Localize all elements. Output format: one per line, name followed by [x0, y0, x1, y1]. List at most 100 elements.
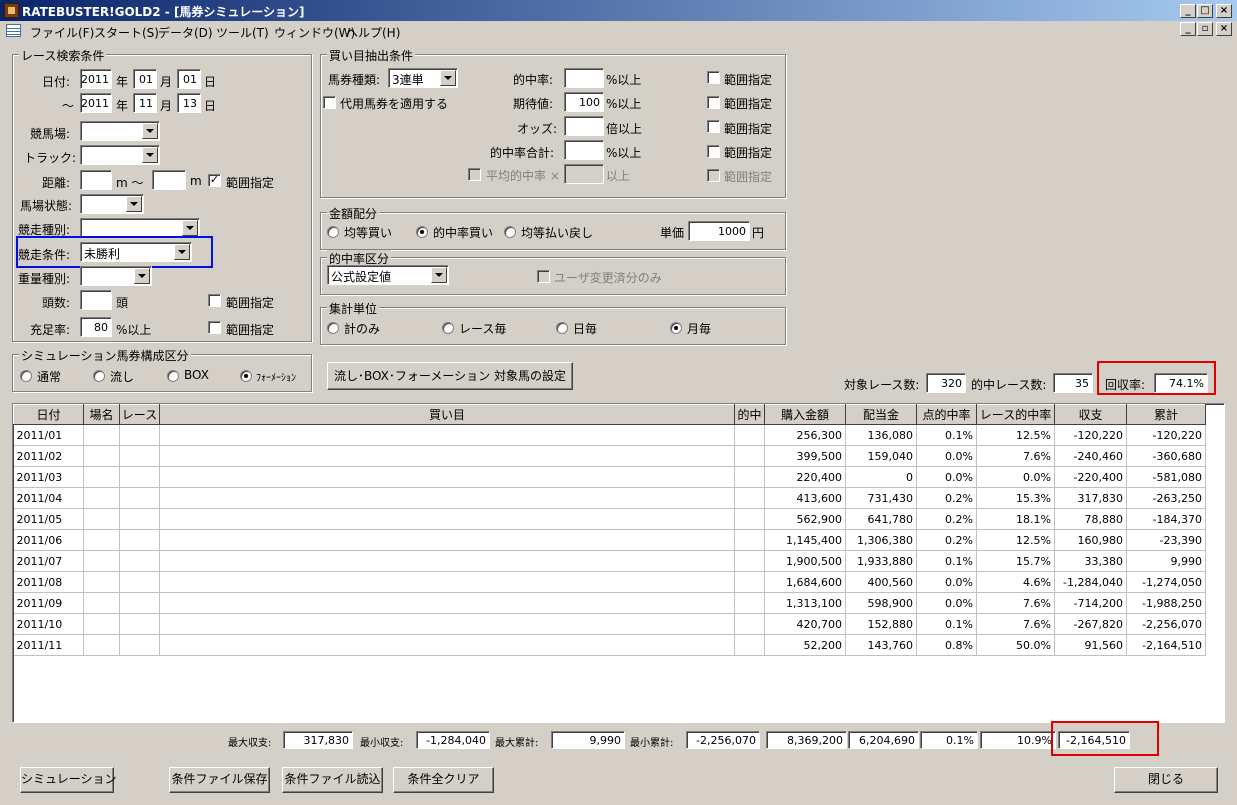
course-select[interactable]: [80, 121, 160, 141]
fill-rate-input[interactable]: 80: [80, 317, 112, 337]
minimize-button[interactable]: _: [1180, 4, 1196, 18]
odds-range-checkbox[interactable]: [707, 120, 720, 133]
distance-to-input[interactable]: [152, 170, 186, 190]
sim-box-radio[interactable]: [167, 370, 179, 382]
hit-class-select[interactable]: 公式設定値: [327, 265, 449, 285]
table-row[interactable]: 2011/02 399,500 159,040 0.0% 7.6% -240,460 -36…: [13, 445, 1206, 467]
table-row[interactable]: 2011/04 413,600 731,430 0.2% 15.3% 317,830 -26…: [13, 487, 1206, 509]
heads-range-checkbox[interactable]: [208, 294, 221, 307]
table-cell: 1,306,380: [845, 529, 917, 551]
col-purchase[interactable]: 購入金額: [764, 404, 846, 425]
table-cell: [159, 466, 735, 488]
close-window-button[interactable]: ×: [1216, 4, 1232, 18]
to-month-input[interactable]: 11: [133, 93, 157, 113]
table-row[interactable]: 2011/03 220,400 0 0.0% 0.0% -220,400 -581,080: [13, 466, 1206, 488]
distance-from-input[interactable]: [80, 170, 112, 190]
col-point-hit-rate[interactable]: 点的中率: [916, 404, 977, 425]
target-horse-setup-button[interactable]: 流し･BOX･フォーメーション 対象馬の設定: [327, 362, 573, 390]
table-row[interactable]: 2011/01 256,300 136,080 0.1% 12.5% -120,220 -1…: [13, 424, 1206, 446]
col-cumulative[interactable]: 累計: [1126, 404, 1206, 425]
money-payout-radio[interactable]: [504, 226, 516, 238]
col-race[interactable]: レース: [119, 404, 160, 425]
min-cumulative-value: -2,256,070: [686, 731, 760, 749]
distance-range-checkbox[interactable]: ✓: [208, 174, 221, 187]
race-condition-select[interactable]: 未勝利: [80, 242, 192, 262]
sim-normal-radio[interactable]: [20, 370, 32, 382]
agg-race-radio[interactable]: [442, 322, 454, 334]
hit-total-input[interactable]: [564, 140, 604, 160]
load-conditions-button[interactable]: 条件ファイル読込: [282, 767, 383, 793]
hit-total-range-checkbox[interactable]: [707, 145, 720, 158]
table-cell: -360,680: [1126, 445, 1206, 467]
menu-tools[interactable]: ツール(T): [216, 24, 269, 41]
menu-start[interactable]: スタート(S): [94, 24, 159, 41]
to-day-input[interactable]: 13: [177, 93, 201, 113]
save-conditions-button[interactable]: 条件ファイル保存: [169, 767, 270, 793]
table-row[interactable]: 2011/10 420,700 152,880 0.1% 7.6% -267,820 -2,…: [13, 613, 1206, 635]
fill-range-checkbox[interactable]: [208, 321, 221, 334]
agg-month-radio[interactable]: [670, 322, 682, 334]
chevron-down-icon[interactable]: [174, 244, 190, 260]
col-balance[interactable]: 収支: [1054, 404, 1127, 425]
avg-range-checkbox[interactable]: [707, 169, 720, 182]
chevron-down-icon[interactable]: [182, 220, 198, 236]
col-bets[interactable]: 買い目: [159, 404, 735, 425]
to-year-input[interactable]: 2011: [80, 93, 112, 113]
table-row[interactable]: 2011/07 1,900,500 1,933,880 0.1% 15.7% 33,380…: [13, 550, 1206, 572]
condition-select[interactable]: [80, 194, 144, 214]
from-month-input[interactable]: 01: [133, 69, 157, 89]
track-select[interactable]: [80, 145, 160, 165]
money-hitrate-radio[interactable]: [416, 226, 428, 238]
odds-input[interactable]: [564, 116, 604, 136]
substitute-checkbox[interactable]: [323, 96, 336, 109]
hit-rate-range-checkbox[interactable]: [707, 71, 720, 84]
avg-hit-input[interactable]: [564, 164, 604, 184]
chevron-down-icon[interactable]: [431, 267, 447, 283]
table-row[interactable]: 2011/06 1,145,400 1,306,380 0.2% 12.5% 160,98…: [13, 529, 1206, 551]
chevron-down-icon[interactable]: [440, 70, 456, 86]
menu-help[interactable]: ヘルプ(H): [346, 24, 400, 41]
col-venue[interactable]: 場名: [83, 404, 120, 425]
expect-input[interactable]: 100: [564, 92, 604, 112]
chevron-down-icon[interactable]: [142, 123, 158, 139]
close-button[interactable]: 閉じる: [1114, 767, 1218, 793]
col-payout[interactable]: 配当金: [845, 404, 917, 425]
avg-hit-checkbox[interactable]: [468, 168, 481, 181]
col-race-hit-rate[interactable]: レース的中率: [976, 404, 1055, 425]
weight-select[interactable]: [80, 266, 152, 286]
from-day-input[interactable]: 01: [177, 69, 201, 89]
sim-nagashi-radio[interactable]: [93, 370, 105, 382]
bet-type-select[interactable]: 3連単: [388, 68, 458, 88]
unit-price-input[interactable]: 1000: [688, 221, 750, 241]
child-restore-button[interactable]: ▫: [1197, 22, 1213, 36]
table-row[interactable]: 2011/05 562,900 641,780 0.2% 18.1% 78,880 -184…: [13, 508, 1206, 530]
chevron-down-icon[interactable]: [142, 147, 158, 163]
table-row[interactable]: 2011/09 1,313,100 598,900 0.0% 7.6% -714,200-…: [13, 592, 1206, 614]
document-icon[interactable]: [6, 24, 21, 37]
menu-window[interactable]: ウィンドウ(W): [274, 24, 355, 41]
table-row[interactable]: 2011/11 52,200 143,760 0.8% 50.0% 91,560 -2,16…: [13, 634, 1206, 656]
menu-data[interactable]: データ(D): [158, 24, 213, 41]
child-minimize-button[interactable]: _: [1180, 22, 1196, 36]
from-year-input[interactable]: 2011: [80, 69, 112, 89]
sim-formation-radio[interactable]: [240, 370, 252, 382]
heads-input[interactable]: [80, 290, 112, 310]
hit-rate-input[interactable]: [564, 68, 604, 88]
child-close-button[interactable]: ×: [1216, 22, 1232, 36]
menu-file[interactable]: ファイル(F): [30, 24, 94, 41]
chevron-down-icon[interactable]: [126, 196, 142, 212]
money-equal-radio[interactable]: [327, 226, 339, 238]
col-date[interactable]: 日付: [13, 404, 84, 425]
simulate-button[interactable]: シミュレーション: [20, 767, 117, 793]
maximize-button[interactable]: □: [1197, 4, 1213, 18]
agg-day-radio[interactable]: [556, 322, 568, 334]
col-hit[interactable]: 的中: [734, 404, 765, 425]
table-row[interactable]: 2011/08 1,684,600 400,560 0.0% 4.6% -1,284,04…: [13, 571, 1206, 593]
results-table[interactable]: 日付 場名 レース 買い目 的中 購入金額 配当金 点的中率 レース的中率 収支…: [12, 403, 1225, 723]
chevron-down-icon[interactable]: [134, 268, 150, 284]
clear-conditions-button[interactable]: 条件全クリア: [393, 767, 494, 793]
expect-range-checkbox[interactable]: [707, 96, 720, 109]
user-changed-checkbox[interactable]: [537, 270, 550, 283]
race-type-select[interactable]: [80, 218, 200, 238]
agg-total-radio[interactable]: [327, 322, 339, 334]
